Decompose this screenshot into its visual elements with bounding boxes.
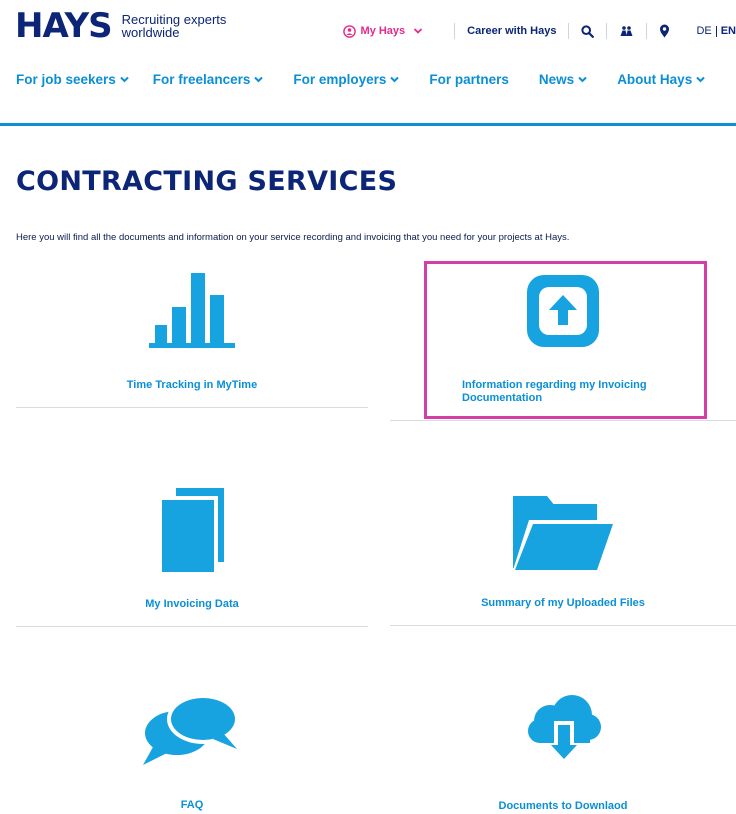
locations-button[interactable] [659, 24, 670, 38]
tile-divider [390, 625, 736, 626]
nav-label: For freelancers [152, 72, 251, 87]
chevron-down-icon [414, 28, 423, 34]
tile-label: Documents to Downlaod [498, 800, 628, 812]
chevron-down-icon [254, 76, 264, 83]
lang-de-link[interactable]: DE [696, 25, 711, 37]
tile-documents-download[interactable]: Documents to Downlaod [390, 685, 736, 814]
chevron-down-icon [578, 76, 587, 83]
my-hays-menu[interactable]: My Hays [342, 24, 429, 38]
nav-for-partners[interactable]: For partners [429, 72, 509, 87]
divider [454, 23, 456, 39]
chat-bubbles-icon [143, 694, 239, 765]
nav-for-freelancers[interactable]: For freelancers [153, 72, 264, 87]
folder-icon [513, 496, 615, 570]
nav-label: For employers [293, 72, 387, 87]
logo-tagline-line2: worldwide [121, 25, 180, 40]
tile-label: Summary of my Uploaded Files [481, 597, 645, 609]
my-hays-label: My Hays [360, 25, 406, 37]
divider [646, 23, 648, 39]
lang-separator [715, 25, 717, 37]
intro-text: Here you will find all the documents and… [16, 232, 570, 243]
divider [568, 23, 570, 39]
tile-divider [390, 420, 736, 421]
hays-logo[interactable]: HAYS Recruiting experts worldwide [15, 9, 226, 43]
tile-divider [16, 626, 368, 627]
chevron-down-icon [390, 76, 400, 83]
chevron-down-icon [696, 76, 705, 83]
documents-icon [162, 488, 224, 572]
nav-news[interactable]: News [539, 72, 587, 87]
cloud-download-icon [528, 695, 601, 765]
logo-wordmark: HAYS [15, 6, 113, 46]
nav-about-hays[interactable]: About Hays [617, 72, 705, 87]
main-nav: For job seekers For freelancers For empl… [16, 72, 705, 87]
nav-label: For job seekers [16, 72, 116, 87]
header-divider [0, 123, 736, 126]
nav-label: About Hays [617, 72, 693, 87]
language-switcher: DE EN [696, 25, 736, 37]
tile-label: FAQ [180, 799, 204, 811]
nav-for-job-seekers[interactable]: For job seekers [16, 72, 129, 87]
chevron-down-icon [120, 76, 129, 83]
nav-label: For partners [429, 72, 509, 87]
bar-chart-icon [149, 273, 235, 348]
career-with-hays-link[interactable]: Career with Hays [467, 25, 556, 37]
tile-my-invoicing-data[interactable]: My Invoicing Data [16, 480, 368, 626]
user-circle-icon [342, 24, 356, 38]
search-button[interactable] [581, 24, 595, 38]
people-icon [620, 26, 633, 36]
nav-for-employers[interactable]: For employers [293, 72, 400, 87]
career-with-hays-label: Career with Hays [467, 25, 557, 37]
tile-label: My Invoicing Data [145, 598, 239, 610]
tile-label: Time Tracking in MyTime [126, 379, 258, 391]
tile-faq[interactable]: FAQ [16, 685, 368, 814]
search-icon [581, 24, 595, 38]
logo-tagline: Recruiting experts worldwide [122, 13, 227, 39]
divider [678, 23, 688, 39]
selection-highlight [424, 261, 707, 419]
lang-en-link[interactable]: EN [721, 25, 736, 37]
tile-uploaded-files[interactable]: Summary of my Uploaded Files [390, 480, 736, 625]
utility-bar: My Hays Career with Hays DE EN [342, 22, 736, 40]
people-button[interactable] [619, 25, 634, 37]
divider [606, 23, 608, 39]
location-pin-icon [660, 24, 670, 38]
page-title: CONTRACTING SERVICES [16, 166, 398, 197]
tile-divider [16, 407, 368, 408]
nav-label: News [538, 72, 575, 87]
tile-time-tracking[interactable]: Time Tracking in MyTime [16, 265, 368, 407]
